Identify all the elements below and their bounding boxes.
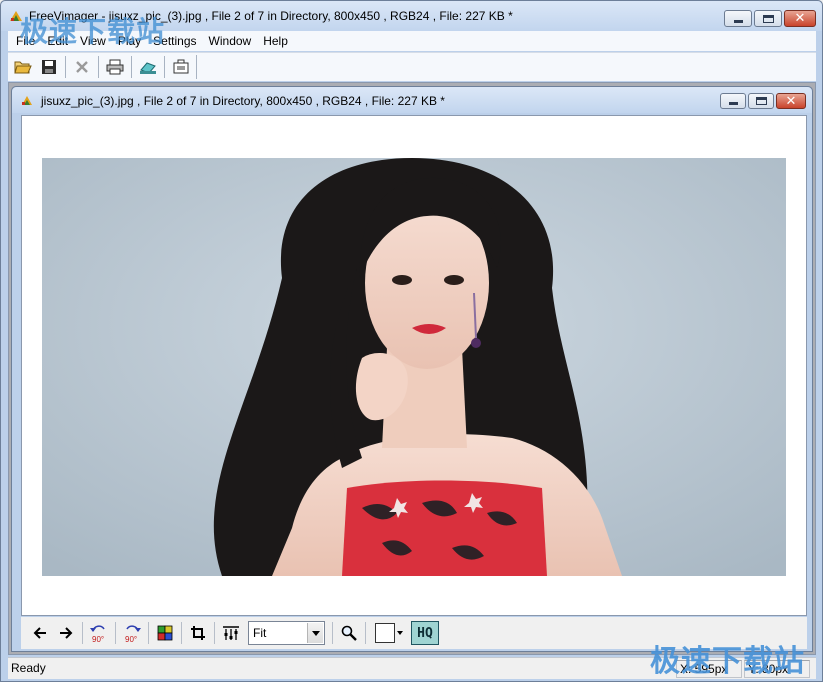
menu-bar: File Edit View Play Settings Window Help	[8, 31, 816, 51]
toolbar-separator	[65, 56, 66, 78]
sliders-icon	[223, 626, 239, 640]
main-titlebar[interactable]: FreeVimager - jisuxz_pic_(3).jpg , File …	[1, 1, 822, 31]
main-window: FreeVimager - jisuxz_pic_(3).jpg , File …	[0, 0, 823, 682]
toolbar-separator	[164, 56, 165, 78]
crop-icon	[191, 626, 205, 640]
child-maximize-button[interactable]	[748, 93, 774, 109]
print-icon	[106, 59, 123, 75]
main-toolbar	[8, 52, 816, 81]
child-minimize-button[interactable]	[720, 93, 746, 109]
rotate-ccw-icon: 90°	[90, 625, 105, 643]
save-button[interactable]	[36, 55, 61, 79]
maximize-icon	[763, 15, 774, 23]
close-button[interactable]: ✕	[784, 10, 816, 27]
delete-button[interactable]	[69, 55, 94, 79]
open-button[interactable]	[10, 55, 35, 79]
mdi-area: jisuxz_pic_(3).jpg , File 2 of 7 in Dire…	[8, 82, 816, 655]
menu-help[interactable]: Help	[263, 34, 288, 48]
child-close-button[interactable]: ✕	[776, 93, 806, 109]
status-text: Ready	[11, 661, 46, 675]
app-icon	[10, 11, 22, 21]
rotate-cw-icon: 90°	[125, 625, 141, 643]
menu-window[interactable]: Window	[209, 34, 252, 48]
menu-file[interactable]: File	[16, 34, 35, 48]
chevron-down-icon	[307, 623, 323, 643]
view-toolbar-separator	[181, 622, 182, 644]
child-titlebar[interactable]: jisuxz_pic_(3).jpg , File 2 of 7 in Dire…	[12, 87, 812, 113]
scan-button[interactable]	[135, 55, 160, 79]
y-coordinate-readout: Y: 80px	[744, 660, 810, 678]
minimize-icon	[734, 20, 743, 23]
chevron-down-icon	[397, 631, 403, 635]
maximize-icon	[756, 97, 767, 105]
delete-icon	[75, 61, 88, 73]
capture-button[interactable]	[168, 55, 193, 79]
background-color-swatch[interactable]	[375, 623, 395, 643]
hq-toggle-button[interactable]: HQ	[411, 621, 439, 645]
view-toolbar-separator	[82, 622, 83, 644]
background-color-dropdown[interactable]	[395, 623, 405, 643]
image-viewport[interactable]	[21, 115, 807, 616]
arrow-right-icon	[60, 627, 73, 639]
menu-edit[interactable]: Edit	[47, 34, 68, 48]
view-toolbar-separator	[115, 622, 116, 644]
minimize-button[interactable]	[724, 10, 752, 27]
toolbar-end	[196, 55, 197, 79]
view-toolbar-separator	[148, 622, 149, 644]
menu-settings[interactable]: Settings	[153, 34, 196, 48]
toolbar-separator	[131, 56, 132, 78]
status-bar: Ready X: 595px Y: 80px	[8, 657, 816, 679]
window-title: FreeVimager - jisuxz_pic_(3).jpg , File …	[29, 9, 513, 23]
magnifier-icon	[341, 625, 357, 641]
image-child-window: jisuxz_pic_(3).jpg , File 2 of 7 in Dire…	[11, 86, 813, 652]
print-button[interactable]	[102, 55, 127, 79]
minimize-icon	[729, 102, 738, 105]
levels-button[interactable]	[218, 621, 244, 645]
view-toolbar: 90° 90° Fit HQ	[21, 617, 807, 649]
displayed-photo[interactable]	[42, 158, 786, 576]
close-icon: ✕	[794, 10, 806, 25]
prev-image-button[interactable]	[27, 621, 53, 645]
crop-button[interactable]	[185, 621, 211, 645]
next-image-button[interactable]	[53, 621, 79, 645]
menu-play[interactable]: Play	[118, 34, 141, 48]
arrow-left-icon	[33, 627, 46, 639]
zoom-value: Fit	[253, 626, 267, 640]
open-folder-icon	[13, 61, 32, 74]
capture-icon	[173, 59, 188, 74]
color-squares-icon	[157, 625, 173, 641]
zoom-select[interactable]: Fit	[248, 621, 325, 645]
save-icon	[41, 60, 56, 74]
view-toolbar-separator	[214, 622, 215, 644]
maximize-button[interactable]	[754, 10, 782, 27]
close-icon: ✕	[785, 93, 797, 108]
zoom-tool-button[interactable]	[336, 621, 362, 645]
image-file-icon	[22, 96, 32, 105]
toolbar-separator	[98, 56, 99, 78]
view-toolbar-separator	[332, 622, 333, 644]
menu-view[interactable]: View	[80, 34, 106, 48]
view-toolbar-separator	[365, 622, 366, 644]
color-adjust-button[interactable]	[152, 621, 178, 645]
rotate-cw-button[interactable]: 90°	[119, 621, 145, 645]
rotate-cw-label: 90°	[125, 635, 137, 643]
rotate-ccw-button[interactable]: 90°	[86, 621, 112, 645]
scan-icon	[139, 62, 156, 74]
child-title: jisuxz_pic_(3).jpg , File 2 of 7 in Dire…	[41, 94, 445, 108]
rotate-ccw-label: 90°	[92, 635, 104, 643]
x-coordinate-readout: X: 595px	[676, 660, 742, 678]
